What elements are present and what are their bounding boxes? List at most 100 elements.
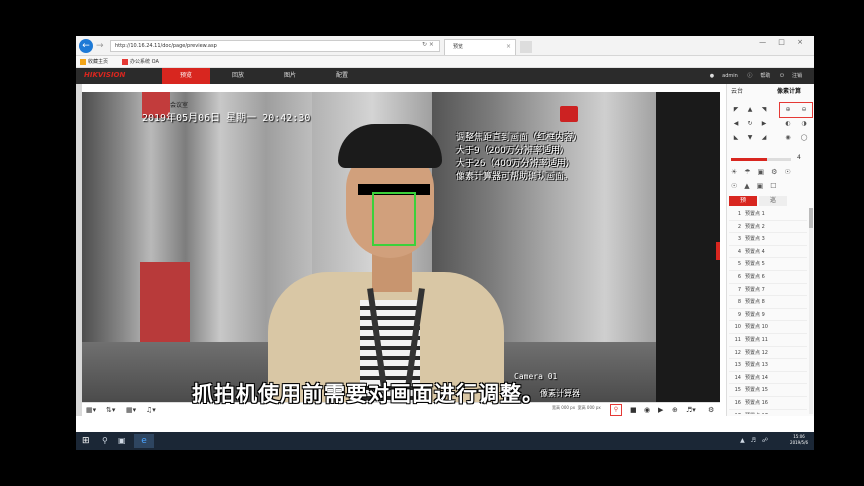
camera-capture-icon[interactable]: ◉: [644, 404, 650, 416]
nav-config[interactable]: 配置: [318, 68, 366, 84]
up-left-arrow-icon[interactable]: ◤: [731, 106, 741, 113]
preset-row[interactable]: 11 预置点 11: [729, 334, 807, 347]
preset-row[interactable]: 17 预置点 17: [729, 410, 807, 415]
preset-label: 预置点 4: [745, 248, 765, 255]
preset-row[interactable]: 3 预置点 3: [729, 233, 807, 246]
scrollbar-thumb[interactable]: [809, 208, 813, 228]
panel-toggle-handle[interactable]: [716, 242, 720, 260]
person-hair: [338, 124, 442, 168]
record-icon[interactable]: ▶: [658, 404, 663, 416]
volume-icon[interactable]: ♬▾: [686, 404, 696, 416]
back-arrow-icon[interactable]: ←: [79, 39, 93, 53]
iris-close-icon[interactable]: ◯: [799, 134, 809, 142]
preset-list: 1 预置点 1 2 预置点 2 3 预置点 3 4 预置点 4 5 预置点 5 6 预置点 6 7 预置点…: [729, 208, 807, 414]
preset-row[interactable]: 1 预置点 1: [729, 208, 807, 221]
system-tray[interactable]: ▲ ♬ ☍: [740, 437, 770, 444]
video-subtitle: 抓拍机使用前需要对画面进行调整。: [192, 382, 544, 406]
layout-icon[interactable]: ▦▾: [86, 404, 96, 416]
preset-row[interactable]: 7 预置点 7: [729, 284, 807, 297]
tab-title: 预览: [453, 44, 464, 50]
tab-presets[interactable]: 预: [729, 196, 757, 206]
down-right-arrow-icon[interactable]: ◢: [759, 134, 769, 141]
taskbar-clock[interactable]: 15:06 2019/5/6: [790, 434, 808, 446]
up-arrow-icon[interactable]: ▲: [745, 106, 755, 113]
nav-picture[interactable]: 图片: [266, 68, 314, 84]
down-left-arrow-icon[interactable]: ◣: [731, 134, 741, 141]
up-right-arrow-icon[interactable]: ◥: [759, 106, 769, 113]
preset-row[interactable]: 9 预置点 9: [729, 309, 807, 322]
zoom-icon[interactable]: ⊕: [672, 404, 678, 416]
stop-icon[interactable]: ■: [630, 404, 637, 416]
forward-arrow-icon[interactable]: →: [96, 39, 108, 53]
windows-start-icon[interactable]: ⊞: [82, 436, 90, 446]
iris-open-icon[interactable]: ◉: [783, 134, 793, 142]
preset-row[interactable]: 10 预置点 10: [729, 321, 807, 334]
nav-preview[interactable]: 预览: [162, 68, 210, 84]
preset-row[interactable]: 13 预置点 13: [729, 359, 807, 372]
tab-patrol[interactable]: 巡: [759, 196, 787, 206]
zoom-out-icon[interactable]: ⊖: [799, 106, 809, 114]
down-arrow-icon[interactable]: ▼: [745, 134, 755, 141]
fullscreen-icon[interactable]: ⚙: [708, 404, 714, 416]
osd-note-line: 大于26（400万分辨率适用）: [456, 159, 575, 169]
right-arrow-icon[interactable]: ▶: [759, 120, 769, 127]
preset-row[interactable]: 4 预置点 4: [729, 246, 807, 259]
logo: HIKVISION: [84, 71, 126, 79]
ptz-tools-row[interactable]: ☉▲▣☐: [731, 182, 784, 190]
url-input[interactable]: http://10.16.24.11/doc/page/preview.asp: [110, 40, 440, 52]
room-sign: 会议室: [170, 102, 189, 109]
focus-near-icon[interactable]: ◐: [783, 120, 793, 128]
refresh-icon[interactable]: ↻ ×: [422, 41, 434, 48]
favorite-item[interactable]: 收藏主页: [80, 57, 108, 67]
preset-row[interactable]: 8 预置点 8: [729, 296, 807, 309]
speed-slider-fill: [731, 158, 767, 161]
preset-row[interactable]: 15 预置点 15: [729, 384, 807, 397]
task-view-icon[interactable]: ▣: [118, 436, 126, 445]
preset-number: 11: [734, 336, 741, 343]
ptz-tools-row[interactable]: ☀☂▣⚙☉: [731, 168, 798, 176]
clapperboard-icon: [560, 106, 578, 122]
username[interactable]: admin: [722, 73, 738, 79]
search-icon[interactable]: ⚲: [102, 436, 108, 445]
preset-label: 预置点 17: [745, 413, 768, 415]
auto-scan-icon[interactable]: ↻: [745, 120, 755, 127]
favorite-item[interactable]: 办公系统 OA: [122, 57, 159, 67]
preset-row[interactable]: 5 预置点 5: [729, 258, 807, 271]
logout-link[interactable]: 注销: [792, 73, 802, 79]
window-controls[interactable]: — □ ×: [759, 38, 808, 46]
pixel-calc-title: 像素计算: [777, 88, 802, 95]
preset-row[interactable]: 14 预置点 14: [729, 372, 807, 385]
preset-number: 9: [737, 311, 741, 318]
microphone-icon[interactable]: ♫▾: [146, 404, 156, 416]
preset-row[interactable]: 16 预置点 16: [729, 397, 807, 410]
preset-row[interactable]: 12 预置点 12: [729, 347, 807, 360]
preset-number: 5: [737, 261, 741, 268]
internet-explorer-icon[interactable]: e: [134, 434, 154, 448]
preset-scrollbar[interactable]: [809, 208, 813, 414]
left-arrow-icon[interactable]: ◀: [731, 120, 741, 127]
new-tab-button[interactable]: [520, 41, 532, 53]
preset-number: 3: [737, 236, 741, 243]
tab-close-icon[interactable]: ×: [506, 40, 511, 54]
app-header: HIKVISION 预览 回放 图片 配置 ● admin ⓘ 帮助 ⏻ 注销: [76, 68, 814, 84]
preset-number: 2: [737, 223, 741, 230]
grid-icon[interactable]: ▦▾: [126, 404, 136, 416]
preset-row[interactable]: 6 预置点 6: [729, 271, 807, 284]
stream-icon[interactable]: ⇅▾: [106, 404, 115, 416]
live-video[interactable]: 会议室 2019年05月06日 星期一 20:42:30 调整焦距直到画面（红框…: [82, 92, 720, 402]
focus-far-icon[interactable]: ◑: [799, 120, 809, 128]
help-link[interactable]: 帮助: [760, 73, 770, 79]
nav-playback[interactable]: 回放: [214, 68, 262, 84]
preset-label: 预置点 5: [745, 261, 765, 268]
preset-row[interactable]: 2 预置点 2: [729, 221, 807, 234]
browser-tab[interactable]: 预览 ×: [444, 39, 516, 55]
ptz-speed-slider[interactable]: [731, 158, 791, 161]
preset-number: 6: [737, 273, 741, 280]
preset-label: 预置点 16: [745, 399, 768, 406]
preset-label: 预置点 1: [745, 211, 765, 217]
preset-label: 预置点 8: [745, 299, 765, 306]
pixel-counter-button[interactable]: ⚲: [610, 404, 622, 416]
preset-number: 13: [734, 362, 741, 369]
zoom-in-icon[interactable]: ⊕: [783, 106, 793, 114]
preset-label: 预置点 6: [745, 273, 765, 280]
